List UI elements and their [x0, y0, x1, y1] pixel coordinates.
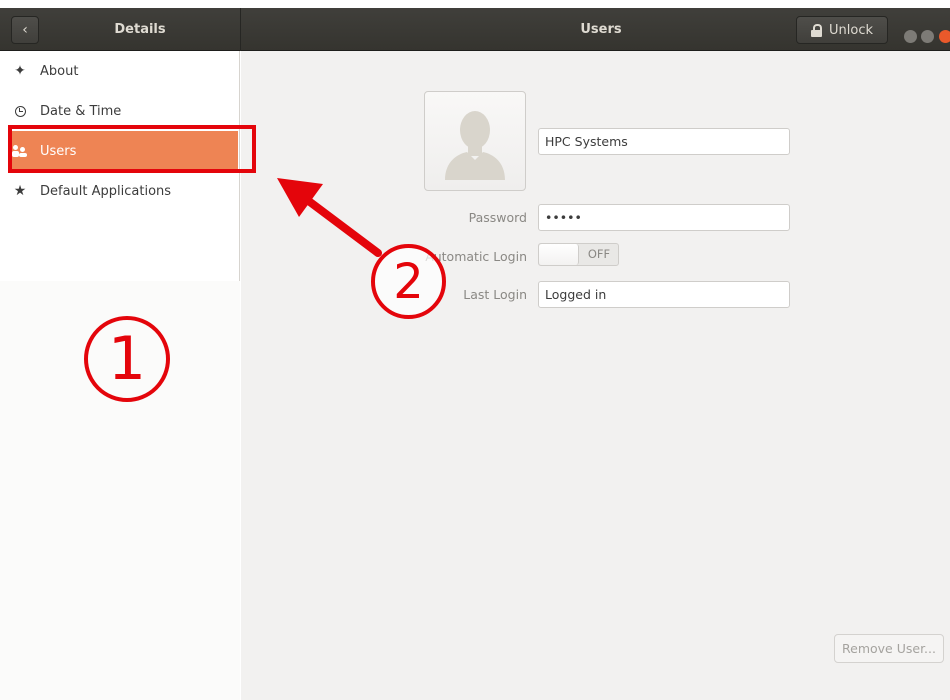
- last-login-field[interactable]: Logged in: [538, 281, 790, 308]
- full-name-field[interactable]: HPC Systems: [538, 128, 790, 155]
- star-four-point-icon: ✦: [14, 63, 26, 79]
- unlock-button[interactable]: Unlock: [796, 16, 888, 44]
- automatic-login-label: Automatic Login: [425, 249, 527, 264]
- sidebar-item-label: Users: [40, 143, 77, 159]
- clock-icon: [12, 103, 28, 119]
- star-icon: ★: [13, 183, 27, 199]
- sidebar-item-label: Date & Time: [40, 103, 122, 119]
- sidebar-item-about[interactable]: ✦ About: [0, 51, 240, 91]
- users-panel: HPC Systems Password ••••• Automatic Log…: [241, 51, 950, 700]
- maximize-window-button[interactable]: [921, 30, 934, 43]
- minimize-window-button[interactable]: [904, 30, 917, 43]
- toggle-state: OFF: [587, 247, 611, 261]
- last-login-label: Last Login: [463, 287, 527, 302]
- chevron-left-icon: ‹: [22, 22, 28, 38]
- avatar-button[interactable]: [424, 91, 526, 191]
- password-field[interactable]: •••••: [538, 204, 790, 231]
- back-button[interactable]: ‹: [11, 16, 39, 44]
- header-bar: ‹ Details Users Unlock: [0, 8, 950, 51]
- sidebar-item-label: About: [40, 63, 79, 79]
- sidebar-item-users[interactable]: Users: [8, 131, 238, 171]
- sidebar-item-label: Default Applications: [40, 183, 172, 199]
- remove-user-button[interactable]: Remove User...: [834, 634, 944, 663]
- sidebar-item-date-time[interactable]: Date & Time: [0, 91, 240, 131]
- close-window-button[interactable]: [939, 30, 950, 43]
- unlock-label: Unlock: [829, 22, 873, 38]
- sidebar-title: Details: [114, 22, 166, 37]
- sidebar-empty-area: [0, 281, 240, 700]
- user-silhouette-icon: [445, 111, 505, 180]
- automatic-login-toggle[interactable]: OFF: [538, 243, 619, 266]
- toggle-knob: [539, 244, 579, 265]
- users-icon: [12, 143, 28, 159]
- password-label: Password: [468, 210, 527, 225]
- sidebar: ✦ About Date & Time Users ★ Default Appl…: [0, 51, 240, 700]
- lock-icon: [811, 23, 822, 37]
- sidebar-item-default-applications[interactable]: ★ Default Applications: [0, 171, 240, 211]
